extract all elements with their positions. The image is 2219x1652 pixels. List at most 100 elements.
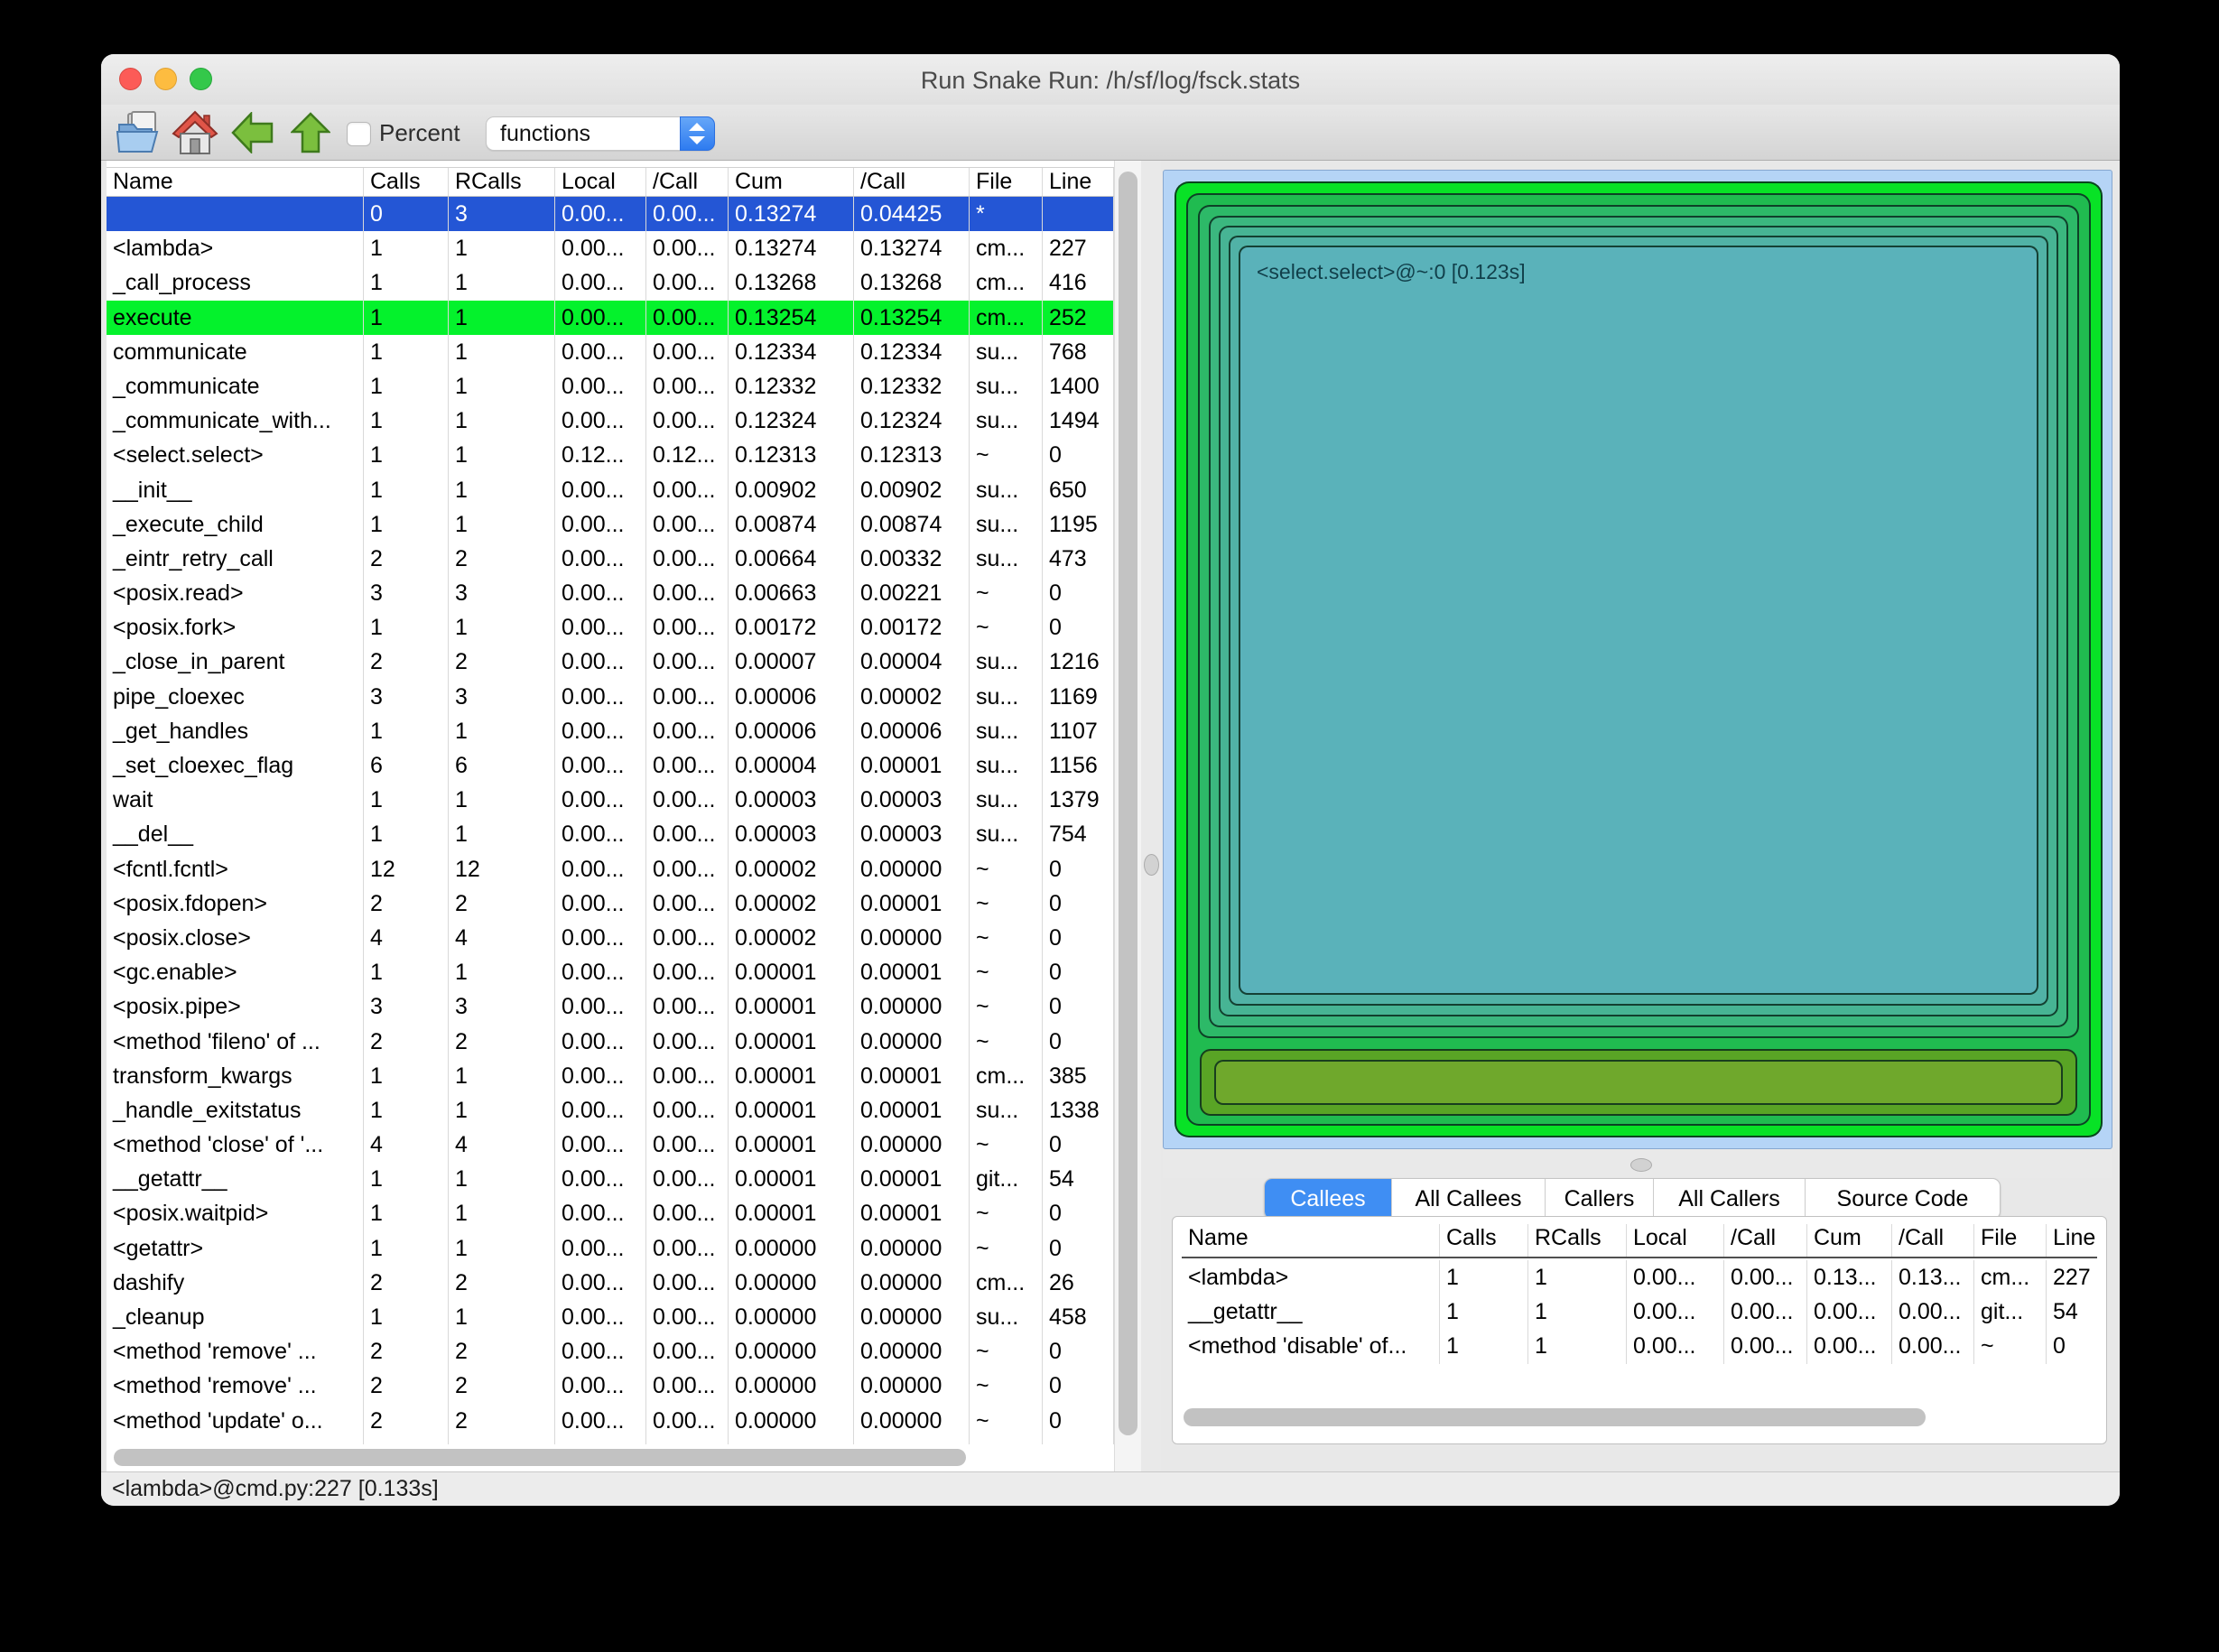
- table-row[interactable]: <method 'remove' ...220.00...0.00...0.00…: [107, 1369, 1114, 1403]
- table-row[interactable]: <lambda>110.00...0.00...0.132740.13274cm…: [107, 231, 1114, 265]
- treemap-panel[interactable]: <select.select>@~:0 [0.123s]: [1163, 170, 2112, 1149]
- treemap-node[interactable]: [1214, 1060, 2063, 1105]
- table-row[interactable]: pipe_cloexec330.00...0.00...0.000060.000…: [107, 680, 1114, 714]
- column-header-name[interactable]: Name: [1182, 1224, 1440, 1257]
- column-header--call[interactable]: /Call: [646, 168, 729, 196]
- table-row[interactable]: _handle_exitstatus110.00...0.00...0.0000…: [107, 1093, 1114, 1128]
- table-row[interactable]: <gc.enable>110.00...0.00...0.000010.0000…: [107, 955, 1114, 989]
- tab-callers[interactable]: Callers: [1545, 1179, 1653, 1219]
- table-cell: ~: [970, 576, 1043, 610]
- column-header--call[interactable]: /Call: [1724, 1224, 1807, 1257]
- table-cell: <posix.waitpid>: [107, 1196, 364, 1230]
- table-row[interactable]: _communicate_with...110.00...0.00...0.12…: [107, 404, 1114, 438]
- table-row[interactable]: <posix.waitpid>110.00...0.00...0.000010.…: [107, 1196, 1114, 1230]
- treemap-node[interactable]: <select.select>@~:0 [0.123s]: [1239, 246, 2038, 995]
- table-cell: ~: [970, 1404, 1043, 1438]
- table-row[interactable]: execute110.00...0.00...0.132540.13254cm.…: [107, 301, 1114, 335]
- column-header-name[interactable]: Name: [107, 168, 364, 196]
- zoom-button[interactable]: [190, 68, 212, 90]
- table-row[interactable]: communicate110.00...0.00...0.123340.1233…: [107, 335, 1114, 369]
- table-row[interactable]: <method 'disable' of...110.00...0.00...0…: [1182, 1329, 2097, 1363]
- table-row[interactable]: <method 'fileno' of ...220.00...0.00...0…: [107, 1025, 1114, 1059]
- title-bar[interactable]: Run Snake Run: /h/sf/log/fsck.stats: [101, 54, 2120, 105]
- table-row[interactable]: <posix.fdopen>220.00...0.00...0.000020.0…: [107, 886, 1114, 921]
- table-row[interactable]: __getattr__110.00...0.00...0.000010.0000…: [107, 1162, 1114, 1196]
- table-row[interactable]: <method 'update' o...220.00...0.00...0.0…: [107, 1404, 1114, 1438]
- tab-all-callees[interactable]: All Callees: [1391, 1179, 1545, 1219]
- vertical-splitter[interactable]: [1141, 161, 1161, 1471]
- column-header-line[interactable]: Line: [2047, 1224, 2107, 1257]
- column-header-local[interactable]: Local: [555, 168, 646, 196]
- vscrollbar-thumb[interactable]: [1119, 172, 1137, 1435]
- table-row[interactable]: _unpack_args110.00...0.00...0.000000.000…: [107, 1438, 1114, 1444]
- table-row[interactable]: __del__110.00...0.00...0.000030.00003su.…: [107, 817, 1114, 851]
- table-row[interactable]: _get_handles110.00...0.00...0.000060.000…: [107, 714, 1114, 748]
- column-header-rcalls[interactable]: RCalls: [449, 168, 555, 196]
- table-cell: 2: [364, 1334, 449, 1369]
- table-cell: _get_handles: [107, 714, 364, 748]
- dropdown-stepper-icon[interactable]: [680, 116, 715, 151]
- table-cell: 0.00...: [555, 335, 646, 369]
- table-row[interactable]: wait110.00...0.00...0.000030.00003su...1…: [107, 783, 1114, 817]
- table-row[interactable]: <select.select>110.12...0.12...0.123130.…: [107, 438, 1114, 472]
- table-row[interactable]: <posix.close>440.00...0.00...0.000020.00…: [107, 921, 1114, 955]
- column-header-cum[interactable]: Cum: [1807, 1224, 1892, 1257]
- up-arrow-icon[interactable]: [291, 112, 330, 158]
- back-arrow-icon[interactable]: [231, 112, 274, 158]
- table-row[interactable]: <getattr>110.00...0.00...0.000000.00000~…: [107, 1231, 1114, 1266]
- table-cell: _set_cloexec_flag: [107, 748, 364, 783]
- table-row[interactable]: <method 'remove' ...220.00...0.00...0.00…: [107, 1334, 1114, 1369]
- table-row[interactable]: <posix.read>330.00...0.00...0.006630.002…: [107, 576, 1114, 610]
- table-row[interactable]: _close_in_parent220.00...0.00...0.000070…: [107, 645, 1114, 679]
- column-header-local[interactable]: Local: [1627, 1224, 1724, 1257]
- table-row[interactable]: 030.00...0.00...0.132740.04425*: [107, 197, 1114, 231]
- profile-table-header[interactable]: NameCallsRCallsLocal/CallCum/CallFileLin…: [107, 167, 1114, 197]
- table-row[interactable]: <method 'close' of '...440.00...0.00...0…: [107, 1128, 1114, 1162]
- table-row[interactable]: <posix.fork>110.00...0.00...0.001720.001…: [107, 610, 1114, 645]
- table-row[interactable]: <fcntl.fcntl>12120.00...0.00...0.000020.…: [107, 852, 1114, 886]
- table-row[interactable]: _cleanup110.00...0.00...0.000000.00000su…: [107, 1300, 1114, 1334]
- table-row[interactable]: _execute_child110.00...0.00...0.008740.0…: [107, 507, 1114, 542]
- profile-table-vscrollbar[interactable]: [1114, 161, 1141, 1471]
- table-row[interactable]: <posix.pipe>330.00...0.00...0.000010.000…: [107, 989, 1114, 1024]
- view-dropdown[interactable]: functions: [486, 116, 715, 151]
- column-header-line[interactable]: Line: [1043, 168, 1114, 196]
- column-header-cum[interactable]: Cum: [729, 168, 854, 196]
- column-header-rcalls[interactable]: RCalls: [1528, 1224, 1627, 1257]
- splitter-handle[interactable]: [1144, 854, 1159, 876]
- callees-hscrollbar[interactable]: [1173, 1403, 2106, 1434]
- column-header-file[interactable]: File: [970, 168, 1043, 196]
- home-icon[interactable]: [172, 110, 218, 160]
- tab-all-callers[interactable]: All Callers: [1653, 1179, 1805, 1219]
- table-row[interactable]: dashify220.00...0.00...0.000000.00000cm.…: [107, 1266, 1114, 1300]
- column-header-calls[interactable]: Calls: [1440, 1224, 1528, 1257]
- table-row[interactable]: <lambda>110.00...0.00...0.13...0.13...cm…: [1182, 1260, 2097, 1295]
- table-row[interactable]: __init__110.00...0.00...0.009020.00902su…: [107, 473, 1114, 507]
- horizontal-splitter[interactable]: [1163, 1149, 2112, 1178]
- hscrollbar-thumb[interactable]: [114, 1449, 966, 1466]
- table-cell: ~: [970, 989, 1043, 1024]
- column-header--call[interactable]: /Call: [854, 168, 970, 196]
- table-row[interactable]: transform_kwargs110.00...0.00...0.000010…: [107, 1059, 1114, 1093]
- column-header-calls[interactable]: Calls: [364, 168, 449, 196]
- table-cell: 0.00003: [729, 817, 854, 851]
- tab-source-code[interactable]: Source Code: [1805, 1179, 2000, 1219]
- table-row[interactable]: _communicate110.00...0.00...0.123320.123…: [107, 369, 1114, 404]
- splitter-handle[interactable]: [1630, 1158, 1652, 1172]
- column-header-file[interactable]: File: [1974, 1224, 2047, 1257]
- hscrollbar-thumb[interactable]: [1184, 1408, 1926, 1426]
- table-row[interactable]: _eintr_retry_call220.00...0.00...0.00664…: [107, 542, 1114, 576]
- profile-table-hscrollbar[interactable]: [107, 1444, 1114, 1471]
- table-cell: _call_process: [107, 265, 364, 300]
- tab-callees[interactable]: Callees: [1265, 1179, 1391, 1219]
- callees-table-header[interactable]: NameCallsRCallsLocal/CallCum/CallFileLin…: [1182, 1224, 2097, 1258]
- table-row[interactable]: _call_process110.00...0.00...0.132680.13…: [107, 265, 1114, 300]
- table-row[interactable]: _set_cloexec_flag660.00...0.00...0.00004…: [107, 748, 1114, 783]
- column-header--call[interactable]: /Call: [1892, 1224, 1974, 1257]
- table-row[interactable]: __getattr__110.00...0.00...0.00...0.00..…: [1182, 1295, 2097, 1329]
- percent-checkbox[interactable]: [347, 122, 371, 146]
- close-button[interactable]: [119, 68, 142, 90]
- minimize-button[interactable]: [154, 68, 177, 90]
- open-folder-icon[interactable]: [116, 110, 162, 160]
- table-cell: 0.00...: [555, 1093, 646, 1128]
